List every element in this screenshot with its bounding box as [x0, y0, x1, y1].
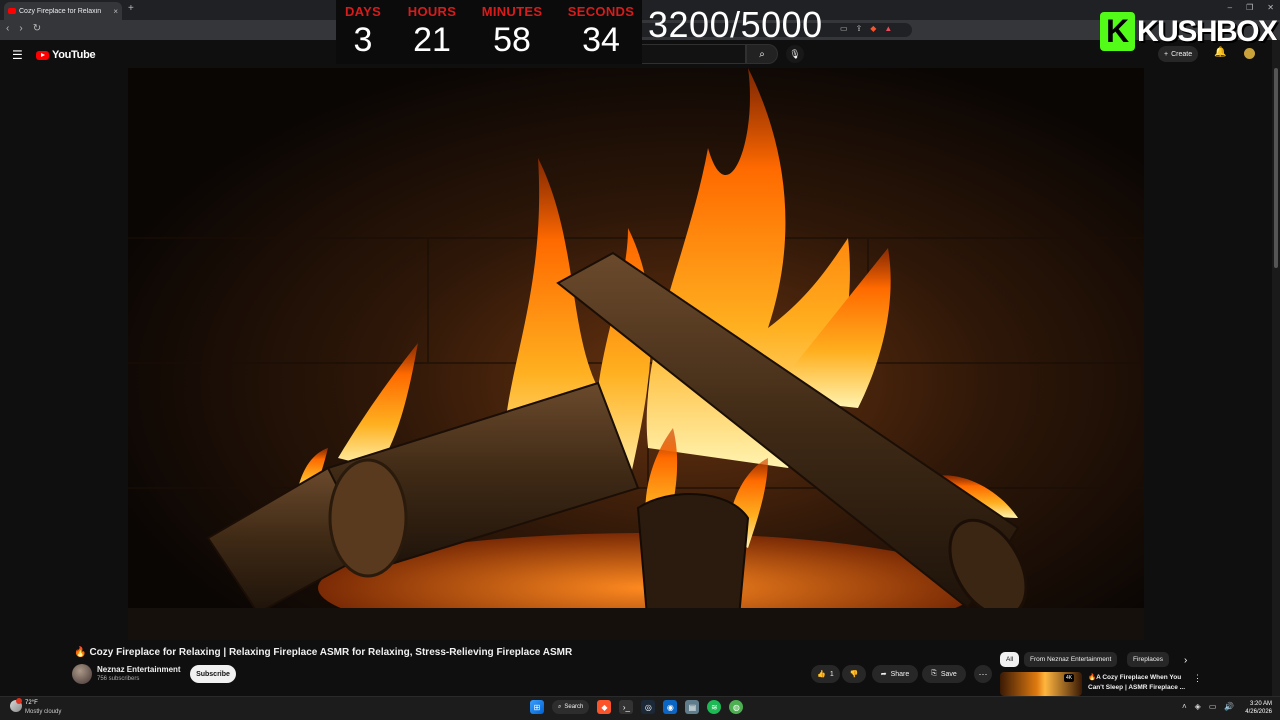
clock-time: 3:20 AM	[1249, 701, 1272, 707]
like-button[interactable]: 👍 1	[811, 665, 840, 683]
kick-logo-icon: K	[1100, 12, 1135, 51]
tray-overflow-icon[interactable]: ˄	[1182, 702, 1187, 711]
minimize-button[interactable]: –	[1228, 3, 1232, 12]
bookmark-icon: ⎘	[931, 670, 937, 677]
taskbar-clock[interactable]: 3:20 AM 4/26/2026	[1240, 700, 1272, 716]
countdown-label: MINUTES	[481, 4, 543, 19]
share-arrow-icon: ➦	[880, 671, 887, 678]
share-label: Share	[890, 670, 910, 678]
app-icon[interactable]: ◉	[663, 700, 678, 714]
recommended-video-title[interactable]: 🔥A Cozy Fireplace When You Can't Sleep |…	[1088, 673, 1186, 693]
channel-name[interactable]: Neznaz Entertainment	[97, 665, 181, 674]
notepad-icon[interactable]: ▤	[685, 700, 700, 714]
forward-button[interactable]: ›	[19, 23, 22, 34]
new-tab-button[interactable]: +	[128, 3, 134, 14]
nav-buttons: ‹ › ↻	[6, 23, 41, 34]
taskbar-apps: ⊞ ⌕ Search ◆ ›_ ◎ ◉ ▤ ≋ ◍	[530, 700, 744, 714]
countdown-days: DAYS 3	[338, 4, 388, 59]
countdown-value: 58	[493, 21, 531, 59]
youtube-logo[interactable]: YouTube	[36, 49, 96, 61]
search-icon: ⌕	[558, 703, 562, 710]
chip-fireplaces[interactable]: Fireplaces	[1127, 652, 1169, 667]
youtube-favicon-icon	[8, 8, 16, 14]
share-button[interactable]: ➦ Share	[872, 665, 918, 683]
taskbar-search-label: Search	[564, 704, 584, 710]
video-title-text: Cozy Fireplace for Relaxing | Relaxing F…	[89, 647, 573, 658]
youtube-logo-text: YouTube	[52, 49, 96, 61]
chevron-right-icon[interactable]: ›	[1184, 655, 1187, 666]
subscribe-button[interactable]: Subscribe	[190, 665, 236, 683]
more-actions-button[interactable]: ⋯	[974, 665, 992, 683]
fireplace-video-frame	[128, 68, 1144, 640]
countdown-timer: DAYS 3 HOURS 21 MINUTES 58 SECONDS 34	[336, 0, 642, 64]
steam-icon[interactable]: ◎	[641, 700, 656, 714]
thumbs-up-icon: 👍	[817, 671, 826, 678]
spotify-icon[interactable]: ≋	[707, 700, 722, 714]
network-icon[interactable]: ▭	[1209, 702, 1217, 711]
microphone-icon[interactable]: 🎙	[786, 45, 804, 63]
save-label: Save	[940, 670, 957, 678]
countdown-minutes: MINUTES 58	[478, 4, 546, 59]
save-button[interactable]: ⎘ Save	[922, 665, 966, 683]
quality-badge: 4K	[1064, 674, 1075, 682]
more-vert-icon[interactable]: ⋮	[1193, 673, 1202, 684]
like-count: 1	[829, 670, 834, 678]
chip-from-channel[interactable]: From Neznaz Entertainment	[1024, 652, 1118, 667]
countdown-label: DAYS	[344, 4, 382, 19]
browser-tab[interactable]: Cozy Fireplace for Relaxin ×	[4, 2, 122, 20]
video-title: 🔥 Cozy Fireplace for Relaxing | Relaxing…	[74, 647, 572, 658]
scrollbar-thumb[interactable]	[1274, 68, 1278, 268]
brave-browser-icon[interactable]: ◆	[597, 700, 612, 714]
dislike-button[interactable]: 👎	[842, 665, 866, 683]
weather-description[interactable]: Mostly cloudy	[25, 709, 61, 715]
taskbar-search[interactable]: ⌕ Search	[552, 700, 590, 714]
menu-icon[interactable]: ☰	[12, 48, 23, 62]
countdown-hours: HOURS 21	[402, 4, 462, 59]
channel-avatar[interactable]	[72, 664, 92, 684]
countdown-value: 3	[353, 21, 373, 59]
clock-date: 4/26/2026	[1245, 709, 1272, 715]
plus-icon: +	[1164, 50, 1169, 58]
window-controls: – ❐ ✕	[1228, 3, 1274, 12]
reload-button[interactable]: ↻	[33, 23, 41, 34]
location-icon[interactable]: ◈	[1195, 702, 1201, 711]
windows-start-icon[interactable]: ⊞	[530, 700, 544, 714]
weather-alert-badge	[16, 698, 22, 704]
extension-icons: ▭ ⇪ ◆ ▲	[840, 24, 892, 33]
maximize-button[interactable]: ❐	[1246, 3, 1253, 12]
video-player[interactable]	[128, 68, 1144, 640]
system-tray: ˄ ◈ ▭ 🔊	[1182, 702, 1234, 711]
chip-all[interactable]: All	[1000, 652, 1020, 667]
countdown-value: 34	[582, 21, 620, 59]
create-label: Create	[1171, 50, 1193, 58]
countdown-label: HOURS	[407, 4, 457, 19]
brave-shield-icon[interactable]: ◆	[870, 24, 876, 33]
back-button[interactable]: ‹	[6, 23, 9, 34]
youtube-play-icon	[36, 50, 49, 60]
volume-icon[interactable]: 🔊	[1224, 702, 1234, 711]
tab-title: Cozy Fireplace for Relaxin	[19, 7, 102, 15]
cast-icon[interactable]: ▭	[840, 24, 848, 33]
chrome-icon[interactable]: ◍	[729, 700, 744, 714]
brave-rewards-icon[interactable]: ▲	[884, 24, 892, 33]
kushbox-logo: K KUSHBOX	[1100, 12, 1278, 51]
search-icon[interactable]: ⌕	[746, 44, 778, 64]
share-icon[interactable]: ⇪	[856, 24, 863, 33]
weather-temperature[interactable]: 72°F	[25, 700, 38, 706]
close-tab-icon[interactable]: ×	[113, 7, 118, 16]
subscriber-goal-counter: 3200/5000	[648, 4, 823, 45]
countdown-value: 21	[413, 21, 451, 59]
subscriber-count: 756 subscribers	[97, 676, 140, 682]
close-window-button[interactable]: ✕	[1267, 3, 1274, 12]
terminal-icon[interactable]: ›_	[619, 700, 634, 714]
countdown-label: SECONDS	[567, 4, 635, 19]
countdown-seconds: SECONDS 34	[566, 4, 636, 59]
thumbs-down-icon: 👎	[849, 671, 859, 678]
kushbox-wordmark: KUSHBOX	[1137, 14, 1278, 48]
fire-emoji: 🔥	[74, 647, 87, 658]
